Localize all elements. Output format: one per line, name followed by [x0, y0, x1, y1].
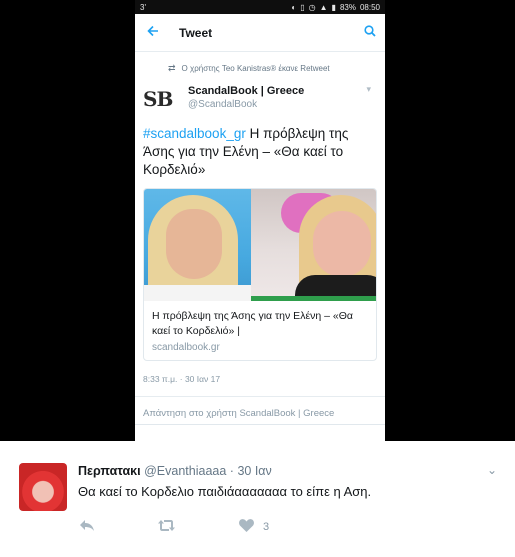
separator-dot: · — [229, 464, 234, 478]
hashtag-link[interactable]: #scandalbook_gr — [143, 126, 246, 141]
vibrate-icon: ▯ — [300, 2, 305, 12]
reply-icon — [79, 519, 95, 535]
tweet-timestamp: 8:33 π.μ. · 30 Ιαν 17 — [135, 361, 385, 397]
screenshot-backdrop: 3' ◐ ▯ ◷ ▲ ▮ 83% 08:50 Tweet ⇄ Ο χρήστης… — [0, 0, 515, 441]
battery-percent: 83% — [339, 2, 356, 12]
chevron-down-icon[interactable]: ⌄ — [487, 463, 497, 477]
page-title: Tweet — [179, 25, 213, 40]
user-handle[interactable]: @Evanthiaaaa — [144, 464, 226, 478]
status-bar: 3' ◐ ▯ ◷ ▲ ▮ 83% 08:50 — [135, 0, 385, 14]
phone-screen: 3' ◐ ▯ ◷ ▲ ▮ 83% 08:50 Tweet ⇄ Ο χρήστης… — [135, 0, 385, 441]
author-avatar-logo[interactable]: SB — [143, 83, 180, 115]
heart-icon — [239, 519, 254, 535]
reply-input[interactable]: Απάντηση στο χρήστη ScandalBook | Greece — [135, 397, 385, 425]
chevron-down-icon[interactable]: ▾ — [366, 84, 371, 95]
headset-icon: ◐ — [291, 2, 297, 12]
retweet-icon — [157, 519, 176, 535]
card-photo-left — [144, 189, 251, 301]
tweet-header: Περπατακι @Evanthiaaaa · 30 Ιαν — [78, 464, 272, 478]
retweet-context-text: Ο χρήστης Teo Kanistras® έκανε Retweet — [181, 64, 330, 73]
retweet-icon: ⇄ — [168, 63, 176, 73]
avatar[interactable] — [19, 463, 67, 511]
like-count: 3 — [263, 521, 270, 533]
embedded-tweet: Περπατακι @Evanthiaaaa · 30 Ιαν Θα καεί … — [0, 441, 515, 557]
card-domain[interactable]: scandalbook.gr — [152, 342, 368, 353]
author-name[interactable]: ScandalBook | Greece — [188, 85, 304, 97]
status-left-text: 3' — [140, 2, 146, 12]
card-photo-right — [251, 189, 376, 301]
reply-button[interactable] — [79, 519, 157, 535]
user-name[interactable]: Περπατακι — [78, 464, 141, 478]
arrow-left-icon[interactable] — [135, 24, 165, 42]
search-icon[interactable] — [355, 24, 385, 42]
network-icon: ▮ — [331, 2, 336, 12]
author-handle[interactable]: @ScandalBook — [188, 99, 304, 110]
tweet-text: #scandalbook_gr Η πρόβλεψη της Άσης για … — [135, 115, 385, 179]
retweet-context: ⇄ Ο χρήστης Teo Kanistras® έκανε Retweet — [135, 52, 385, 74]
link-card[interactable]: Η πρόβλεψη της Άσης για την Ελένη – «Θα … — [143, 188, 377, 361]
card-image[interactable] — [144, 189, 376, 301]
like-button[interactable]: 3 — [239, 519, 269, 535]
alarm-icon: ◷ — [308, 2, 316, 12]
status-time: 08:50 — [359, 2, 380, 12]
retweet-button[interactable] — [157, 519, 239, 535]
tweet-date[interactable]: 30 Ιαν — [237, 464, 271, 478]
tweet-actions: 3 — [79, 519, 269, 535]
tweet-text-2: Θα καεί το Κορδελιο παιδιάααααααα το είπ… — [78, 484, 372, 499]
app-bar: Tweet — [135, 14, 385, 52]
tweet-author[interactable]: SB ScandalBook | Greece @ScandalBook ▾ — [135, 74, 385, 115]
card-title[interactable]: Η πρόβλεψη της Άσης για την Ελένη – «Θα … — [152, 309, 368, 339]
signal-icon: ▲ — [319, 2, 328, 12]
